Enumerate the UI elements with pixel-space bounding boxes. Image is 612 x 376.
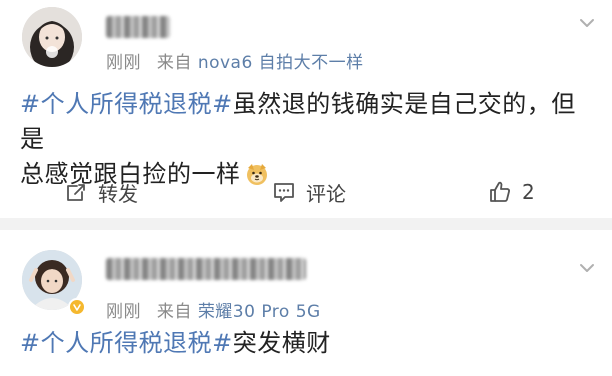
hashtag-link[interactable]: #个人所得税退税# (20, 329, 233, 357)
repost-label: 转发 (98, 181, 138, 206)
post-time: 刚刚 (106, 302, 141, 322)
post-separator (0, 218, 612, 230)
post-text: 突发横财 (232, 329, 331, 357)
hashtag-link[interactable]: #个人所得税退税# (20, 90, 233, 118)
comment-button[interactable]: 评论 (272, 172, 346, 212)
post-card: 刚刚 来自 nova6 自拍大不一样 #个人所得税退税#虽然退的钱确实是自己交的… (0, 0, 612, 218)
post-card: 刚刚 来自 荣耀30 Pro 5G #个人所得税退税#突发横财 (0, 230, 612, 376)
source-prefix: 来自 (156, 53, 192, 73)
device-source-link[interactable]: 荣耀30 Pro 5G (198, 302, 321, 322)
weibo-feed: 刚刚 来自 nova6 自拍大不一样 #个人所得税退税#虽然退的钱确实是自己交的… (0, 0, 612, 376)
repost-button[interactable]: 转发 (64, 172, 138, 212)
comment-label: 评论 (306, 181, 346, 206)
chevron-down-icon[interactable] (576, 12, 598, 34)
like-button[interactable]: 2 (488, 172, 535, 212)
comment-icon (274, 183, 294, 202)
post-meta: 刚刚 来自 nova6 自拍大不一样 (106, 48, 364, 73)
username-redacted[interactable] (106, 16, 170, 38)
like-count: 2 (522, 180, 535, 204)
post-time: 刚刚 (106, 53, 141, 73)
chevron-down-icon[interactable] (576, 257, 598, 279)
source-prefix: 来自 (156, 302, 192, 322)
post-content: #个人所得税退税#突发横财 (20, 326, 600, 361)
post-actions: 转发 评论 2 (0, 172, 612, 212)
username-redacted[interactable] (106, 258, 306, 280)
device-source-link[interactable]: nova6 自拍大不一样 (198, 53, 364, 73)
avatar[interactable] (22, 7, 82, 67)
verified-badge-icon (68, 298, 86, 316)
repost-icon (67, 184, 85, 201)
thumbs-up-icon (490, 181, 510, 202)
post-meta: 刚刚 来自 荣耀30 Pro 5G (106, 297, 321, 322)
